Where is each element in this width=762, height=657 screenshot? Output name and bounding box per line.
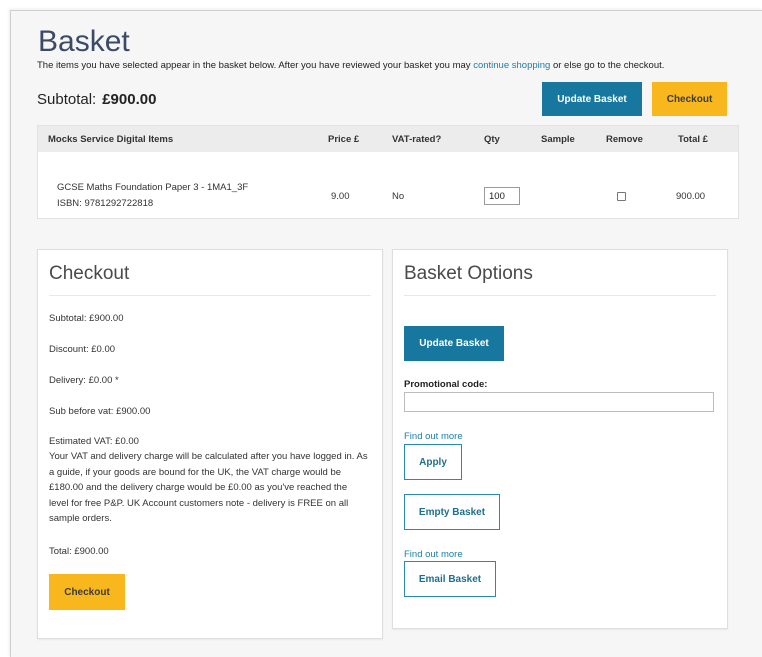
item-price: 9.00 [331,191,350,202]
quantity-input[interactable] [484,187,520,205]
apply-button[interactable]: Apply [404,444,462,480]
divider [404,295,716,296]
basket-table: Mocks Service Digital Items Price £ VAT-… [37,125,739,219]
find-out-more-link[interactable]: Find out more [404,431,463,442]
checkout-panel-title: Checkout [49,263,130,284]
column-header-total: Total £ [678,134,708,145]
options-update-basket-button[interactable]: Update Basket [404,326,504,361]
checkout-button[interactable]: Checkout [652,82,727,116]
basket-options-title: Basket Options [404,263,533,284]
checkout-subtotal: Subtotal: £900.00 [49,313,124,324]
continue-shopping-link[interactable]: continue shopping [473,60,550,71]
email-basket-button[interactable]: Email Basket [404,561,496,597]
empty-basket-button[interactable]: Empty Basket [404,494,500,530]
item-total: 900.00 [676,191,706,202]
intro-text-end: or else go to the checkout. [550,60,665,71]
item-vat-rated: No [392,191,405,202]
item-isbn: ISBN: 9781292722818 [57,198,154,209]
checkout-estimated-vat: Estimated VAT: £0.00 [49,436,139,447]
table-header: Mocks Service Digital Items Price £ VAT-… [38,126,738,152]
basket-page: Basket The items you have selected appea… [10,10,762,657]
update-basket-button[interactable]: Update Basket [542,82,642,116]
column-header-price: Price £ [328,134,360,145]
checkout-panel-button[interactable]: Checkout [49,574,125,610]
column-header-items: Mocks Service Digital Items [48,134,174,145]
checkout-sub-before-vat: Sub before vat: £900.00 [49,406,151,417]
column-header-qty: Qty [484,134,500,145]
checkout-panel: Checkout Subtotal: £900.00 Discount: £0.… [37,249,383,639]
intro-text: The items you have selected appear in th… [37,60,664,71]
divider [49,295,371,296]
checkout-vat-note: Your VAT and delivery charge will be cal… [49,451,368,524]
page-title: Basket [38,25,130,58]
intro-text-start: The items you have selected appear in th… [37,60,474,71]
column-header-remove: Remove [606,134,643,145]
promo-code-input[interactable] [404,392,714,412]
column-header-vat: VAT-rated? [392,134,442,145]
item-title: GCSE Maths Foundation Paper 3 - 1MA1_3F [57,182,249,193]
subtotal-value: £900.00 [102,91,157,108]
checkout-discount: Discount: £0.00 [49,344,116,355]
subtotal-label: Subtotal: [37,91,97,108]
basket-options-panel: Basket Options Update Basket Promotional… [392,249,728,629]
checkout-total: Total: £900.00 [49,546,109,557]
remove-checkbox[interactable] [617,192,626,201]
promo-code-label: Promotional code: [404,379,488,390]
subtotal-summary: Subtotal: £900.00 [37,91,156,108]
column-header-sample: Sample [541,134,575,145]
find-out-more-link-2[interactable]: Find out more [404,549,463,560]
checkout-delivery: Delivery: £0.00 * [49,375,119,386]
